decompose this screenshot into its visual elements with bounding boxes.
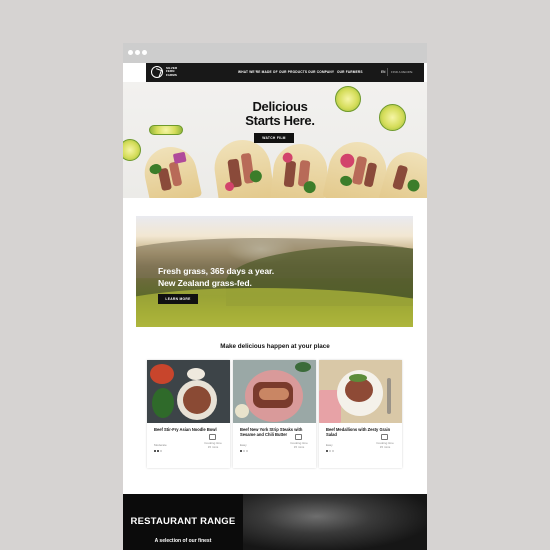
site-navigation: SILVER FERN FARMS WHAT WE'RE MADE OF OUR… xyxy=(146,63,424,82)
taco-image xyxy=(210,136,276,198)
nav-item-products[interactable]: OUR PRODUCTS xyxy=(279,70,307,74)
lime-slice-image xyxy=(379,104,406,131)
hero-banner: Delicious Starts Here. WATCH FILM xyxy=(123,82,427,198)
difficulty-rating xyxy=(154,439,163,457)
brand-logo[interactable]: SILVER FERN FARMS xyxy=(151,66,185,79)
nav-item-company[interactable]: OUR COMPANY xyxy=(308,70,334,74)
difficulty-label: Easy xyxy=(240,443,247,447)
fern-logo-icon xyxy=(151,66,163,78)
language-selector[interactable]: EN xyxy=(381,70,385,74)
restaurant-subtitle: A selection of our finest xyxy=(154,538,212,544)
learn-more-button[interactable]: LEARN MORE xyxy=(158,294,198,304)
watch-film-label: WATCH FILM xyxy=(262,136,286,140)
restaurant-title: RESTAURANT RANGE xyxy=(130,516,236,527)
promo-line: Fresh grass, 365 days a year. xyxy=(158,266,275,276)
nav-item-made-of[interactable]: WHAT WE'RE MADE OF xyxy=(238,70,278,74)
difficulty-label: Easy xyxy=(326,443,333,447)
recipe-card[interactable]: Beef New York Strip Steaks with Sesame a… xyxy=(233,360,316,468)
grass-fed-promo: Fresh grass, 365 days a year. New Zealan… xyxy=(136,216,413,327)
cooking-time-value: 15 mins xyxy=(207,444,219,449)
difficulty-rating xyxy=(326,439,335,457)
lime-wedge-image xyxy=(149,125,183,135)
cooking-time-value: 15 mins xyxy=(293,444,305,449)
promo-line: New Zealand grass-fed. xyxy=(158,277,252,288)
recipes-heading: Make delicious happen at your place xyxy=(220,343,330,350)
cooking-pot-icon xyxy=(209,434,216,440)
smoke-background-image xyxy=(243,494,427,550)
restaurant-range-section: RESTAURANT RANGE A selection of our fine… xyxy=(123,494,427,550)
recipe-image xyxy=(147,360,230,423)
hero-title-line: Starts Here. xyxy=(245,112,315,128)
recipe-card[interactable]: Beef Stir-Fry Asian Noodle Bowl Moderate… xyxy=(147,360,230,468)
hero-title: Delicious Starts Here. xyxy=(215,100,345,127)
taco-image xyxy=(139,142,203,198)
browser-titlebar xyxy=(123,43,427,63)
cooking-time: Cooking time 15 mins xyxy=(372,441,398,449)
recipe-search-label: FIND A RECIPE xyxy=(391,70,413,74)
hero-title-line: Delicious xyxy=(252,99,308,114)
taco-image xyxy=(378,146,427,198)
recipe-search[interactable]: FIND A RECIPE xyxy=(387,68,420,76)
window-dot-icon[interactable] xyxy=(142,50,147,55)
window-dot-icon[interactable] xyxy=(135,50,140,55)
lime-slice-image xyxy=(123,139,141,161)
brand-wordmark: SILVER FERN FARMS xyxy=(166,66,178,77)
difficulty-rating xyxy=(240,439,249,457)
cooking-time: Cooking time 15 mins xyxy=(200,441,226,449)
recipe-image xyxy=(319,360,402,423)
window-dot-icon[interactable] xyxy=(128,50,133,55)
cooking-time-value: 15 mins xyxy=(379,444,391,449)
nav-item-farmers[interactable]: OUR FARMERS xyxy=(337,70,363,74)
difficulty-label: Moderate xyxy=(154,443,167,447)
recipe-image xyxy=(233,360,316,423)
cooking-pot-icon xyxy=(381,434,388,440)
watch-film-button[interactable]: WATCH FILM xyxy=(254,133,294,143)
recipe-card[interactable]: Beef Medallions with Zesty Grain Salad E… xyxy=(319,360,402,468)
cooking-pot-icon xyxy=(295,434,302,440)
learn-more-label: LEARN MORE xyxy=(165,297,191,301)
cooking-time: Cooking time 15 mins xyxy=(286,441,312,449)
browser-window: SILVER FERN FARMS WHAT WE'RE MADE OF OUR… xyxy=(123,43,427,550)
promo-headline: Fresh grass, 365 days a year. New Zealan… xyxy=(158,266,338,289)
recipe-title[interactable]: Beef Stir-Fry Asian Noodle Bowl xyxy=(154,427,224,432)
taco-image xyxy=(270,141,330,198)
